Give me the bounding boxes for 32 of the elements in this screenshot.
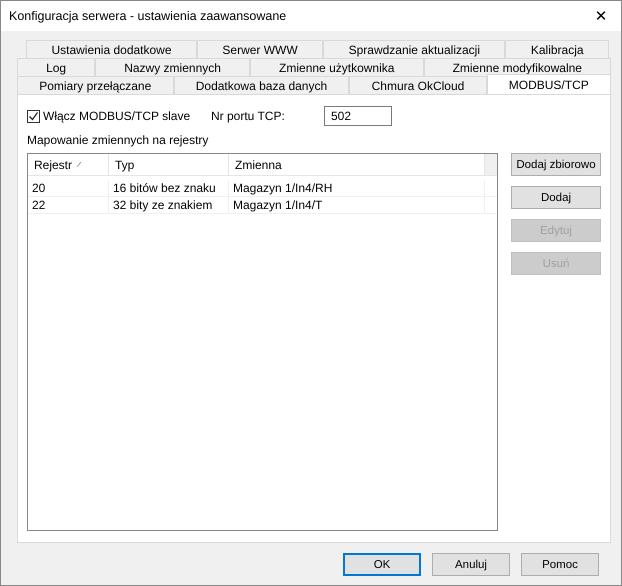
checkbox-label: Włącz MODBUS/TCP slave <box>43 109 190 123</box>
tab[interactable]: Dodatkowa baza danych <box>174 76 350 94</box>
table-cell: 22 <box>28 197 109 213</box>
action-button[interactable]: Dodaj zbiorowo <box>511 153 601 176</box>
table-cell: Magazyn 1/In4/RH <box>229 180 485 196</box>
column-header[interactable]: Rejestr <box>28 154 109 175</box>
tab[interactable]: Serwer WWW <box>196 40 324 58</box>
tab[interactable]: MODBUS/TCP <box>486 74 612 94</box>
tab[interactable]: Kalibracja <box>505 40 610 58</box>
tab[interactable]: Zmienne użytkownika <box>250 58 424 76</box>
table-cell: Magazyn 1/In4/T <box>229 197 485 213</box>
tab[interactable]: Zmienne modyfikowalne <box>424 58 612 76</box>
section-label: Mapowanie zmiennych na rejestry <box>27 133 210 149</box>
table-cell: 16 bitów bez znaku <box>109 180 229 196</box>
column-header[interactable]: Typ <box>109 154 229 175</box>
port-label: Nr portu TCP: <box>211 109 286 123</box>
action-button[interactable]: Dodaj <box>511 186 601 209</box>
tab[interactable]: Nazwy zmiennych <box>95 58 250 76</box>
table-cell: 32 bity ze znakiem <box>109 197 229 213</box>
column-header[interactable]: Zmienna <box>229 154 485 175</box>
window-title: Konfiguracja serwera - ustawienia zaawansowane <box>9 9 286 23</box>
dialog-button[interactable]: OK <box>343 553 421 576</box>
tab[interactable]: Ustawienia dodatkowe <box>26 40 197 58</box>
tab[interactable]: Pomiary przełączane <box>17 76 174 94</box>
dialog-button[interactable]: Anuluj <box>432 553 510 576</box>
tab[interactable]: Sprawdzanie aktualizacji <box>323 40 506 58</box>
port-field[interactable]: 502 <box>324 106 392 126</box>
dialog-button[interactable]: Pomoc <box>521 553 599 576</box>
table-cell: 20 <box>28 180 109 196</box>
tab[interactable]: Chmura OkCloud <box>349 76 487 94</box>
tab[interactable]: Log <box>17 58 96 76</box>
checkbox[interactable] <box>27 110 40 122</box>
